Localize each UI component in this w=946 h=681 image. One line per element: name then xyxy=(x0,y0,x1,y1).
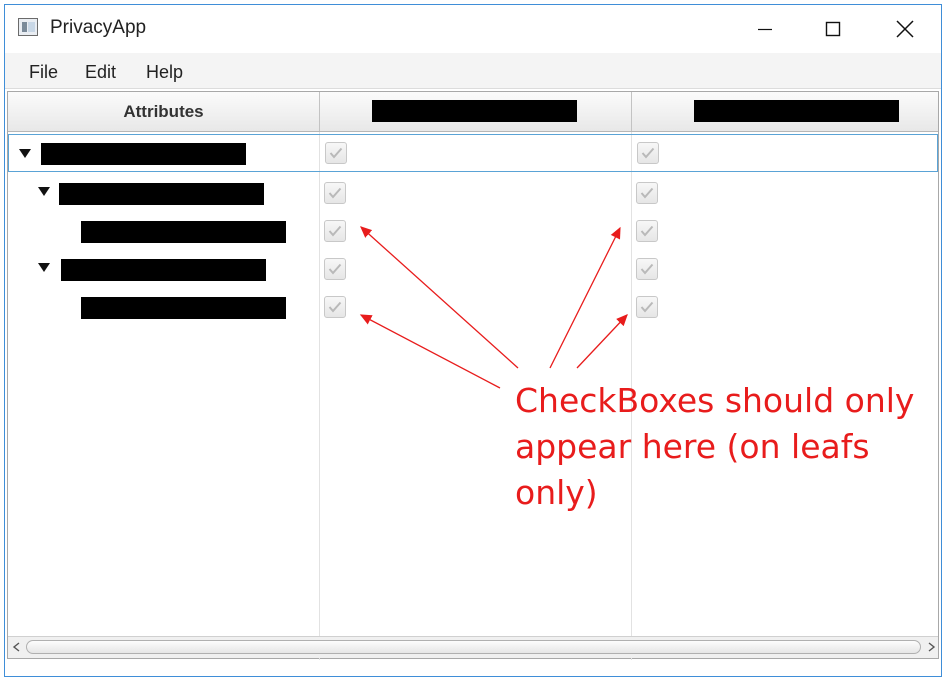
scrollbar-thumb[interactable] xyxy=(26,640,921,654)
checkbox[interactable] xyxy=(636,220,658,242)
checkmark-icon xyxy=(640,225,654,237)
title-bar[interactable]: PrivacyApp xyxy=(5,5,941,53)
checkbox[interactable] xyxy=(636,182,658,204)
annotation-text: CheckBoxes should only appear here (on l… xyxy=(515,381,915,512)
expand-arrow-icon[interactable] xyxy=(38,187,50,196)
tree-row[interactable] xyxy=(8,249,938,287)
checkbox[interactable] xyxy=(637,142,659,164)
checkmark-icon xyxy=(640,263,654,275)
checkmark-icon xyxy=(640,187,654,199)
checkbox[interactable] xyxy=(636,258,658,280)
checkbox[interactable] xyxy=(324,258,346,280)
column-header-3[interactable] xyxy=(632,92,940,131)
redacted-row-label xyxy=(59,183,264,205)
tree-row[interactable] xyxy=(8,173,938,211)
maximize-icon xyxy=(825,21,841,37)
close-button[interactable] xyxy=(885,13,925,45)
menu-file[interactable]: File xyxy=(29,62,58,83)
minimize-icon xyxy=(758,28,772,31)
column-header-2[interactable] xyxy=(320,92,632,131)
menu-edit[interactable]: Edit xyxy=(85,62,116,83)
tree-row-leaf[interactable] xyxy=(8,211,938,249)
table-header: Attributes xyxy=(8,92,938,132)
column-header-attributes[interactable]: Attributes xyxy=(8,92,320,131)
scroll-left-icon[interactable] xyxy=(11,641,23,653)
redacted-row-label xyxy=(81,221,286,243)
checkbox[interactable] xyxy=(324,182,346,204)
horizontal-scrollbar[interactable] xyxy=(8,636,938,658)
checkbox[interactable] xyxy=(325,142,347,164)
checkbox[interactable] xyxy=(636,296,658,318)
checkbox[interactable] xyxy=(324,296,346,318)
column-header-attributes-label: Attributes xyxy=(123,101,204,121)
tree-table[interactable]: Attributes xyxy=(7,91,939,660)
checkmark-icon xyxy=(641,147,655,159)
scroll-right-icon[interactable] xyxy=(925,641,937,653)
app-window: PrivacyApp File Edit Help Attributes xyxy=(4,4,942,677)
checkbox[interactable] xyxy=(324,220,346,242)
redacted-row-label xyxy=(81,297,286,319)
redacted-row-label xyxy=(41,143,246,165)
expand-arrow-icon[interactable] xyxy=(38,263,50,272)
window-title: PrivacyApp xyxy=(50,17,147,38)
redacted-column-title xyxy=(694,100,899,122)
tree-row-leaf[interactable] xyxy=(8,287,938,325)
minimize-button[interactable] xyxy=(745,13,785,45)
expand-arrow-icon[interactable] xyxy=(19,149,31,158)
menu-help[interactable]: Help xyxy=(146,62,183,83)
tree-row-root[interactable] xyxy=(8,134,938,172)
close-icon xyxy=(896,20,914,38)
checkmark-icon xyxy=(328,301,342,313)
menu-bar: File Edit Help xyxy=(5,53,941,89)
maximize-button[interactable] xyxy=(813,13,853,45)
redacted-column-title xyxy=(372,100,577,122)
app-icon xyxy=(18,18,38,36)
redacted-row-label xyxy=(61,259,266,281)
checkmark-icon xyxy=(640,301,654,313)
checkmark-icon xyxy=(328,225,342,237)
checkmark-icon xyxy=(328,263,342,275)
checkmark-icon xyxy=(329,147,343,159)
checkmark-icon xyxy=(328,187,342,199)
